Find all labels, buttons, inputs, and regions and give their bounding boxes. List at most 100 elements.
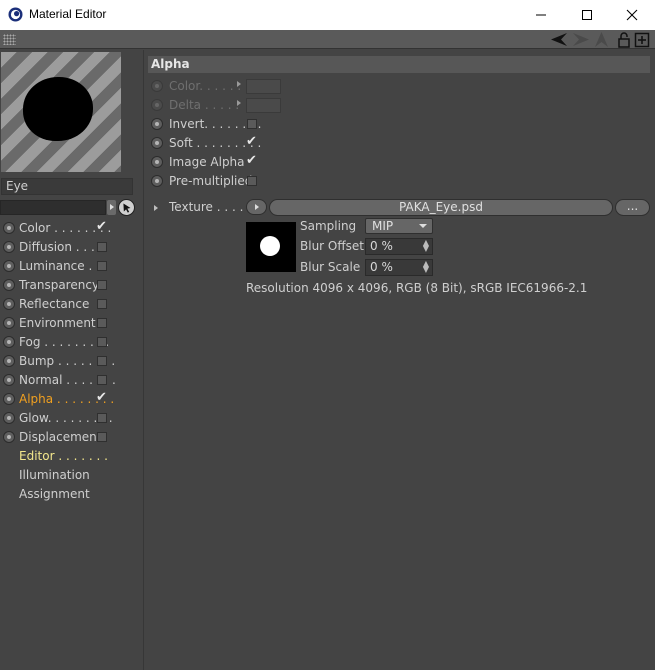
blur-scale-field[interactable]: 0 % ▲ ▼ [365,259,433,276]
sidebar-item-glow[interactable]: Glow. . . . . . . . . [0,409,140,428]
sidebar-item-editor[interactable]: Editor . . . . . . . [0,447,140,466]
checkmark-icon[interactable]: ✔ [96,390,107,405]
param-label: Color. . . . . . [169,79,242,93]
param-image-alpha[interactable]: Image Alpha ✔ [146,153,646,172]
up-arrow-icon[interactable] [593,31,610,48]
channel-label: Transparency [19,278,100,292]
sidebar-item-assignment[interactable]: Assignment [0,485,140,504]
param-radio[interactable] [151,137,163,149]
channel-checkbox[interactable] [97,280,107,290]
channel-radio[interactable] [3,260,15,272]
channel-checkbox[interactable] [97,375,107,385]
material-preview[interactable] [1,52,121,172]
channel-radio[interactable] [3,317,15,329]
channel-radio[interactable] [3,431,15,443]
checkmark-icon[interactable]: ✔ [246,153,257,168]
texture-file-button[interactable]: PAKA_Eye.psd [269,199,613,216]
sidebar-item-luminance[interactable]: Luminance . . [0,257,140,276]
channel-checkbox[interactable] [97,318,107,328]
param-pre-multiplied[interactable]: Pre-multiplied [146,172,646,191]
back-arrow-icon[interactable] [549,31,569,48]
sidebar-item-bump[interactable]: Bump . . . . . . . . [0,352,140,371]
close-button[interactable] [609,0,655,30]
param-soft[interactable]: Soft . . . . . . . . . ✔ [146,134,646,153]
channel-radio[interactable] [3,336,15,348]
sidebar-item-normal[interactable]: Normal . . . . . . . [0,371,140,390]
channel-checkbox[interactable] [97,413,107,423]
channel-label: Reflectance [19,297,90,311]
texture-browse-button[interactable]: ... [615,199,650,216]
sidebar-item-fog[interactable]: Fog . . . . . . . . . [0,333,140,352]
sidebar-item-environment[interactable]: Environment [0,314,140,333]
channel-radio[interactable] [3,298,15,310]
new-window-icon[interactable] [634,31,650,48]
blur-offset-label: Blur Offset [300,239,364,253]
channel-label: Environment [19,316,96,330]
blur-offset-spinner-icon[interactable]: ▲ ▼ [423,239,429,253]
blur-scale-label: Blur Scale [300,260,361,274]
maximize-icon [582,10,592,20]
channel-checkbox[interactable] [97,337,107,347]
param-radio[interactable] [151,175,163,187]
checkmark-icon[interactable]: ✔ [246,134,257,149]
param-invert[interactable]: Invert. . . . . . . . [146,115,646,134]
param-checkbox[interactable] [247,176,257,186]
channel-radio[interactable] [3,355,15,367]
sidebar-item-illumination[interactable]: Illumination [0,466,140,485]
maximize-button[interactable] [564,0,610,30]
color-swatch[interactable] [246,79,281,94]
channel-checkbox[interactable] [97,261,107,271]
sidebar-item-transparency[interactable]: Transparency [0,276,140,295]
blur-offset-field[interactable]: 0 % ▲ ▼ [365,238,433,255]
blur-offset-value: 0 % [370,239,393,253]
param-checkbox[interactable] [247,119,257,129]
resolution-info: Resolution 4096 x 4096, RGB (8 Bit), sRG… [246,281,588,295]
channel-radio[interactable] [3,279,15,291]
channel-checkbox[interactable] [97,242,107,252]
channel-radio[interactable] [3,241,15,253]
blur-scale-value: 0 % [370,260,393,274]
search-input[interactable] [0,200,106,215]
channel-checkbox[interactable] [97,299,107,309]
texture-expand-triangle[interactable] [154,205,158,211]
sampling-dropdown[interactable]: MIP [365,218,433,234]
expand-triangle[interactable] [237,81,241,87]
lock-icon[interactable] [617,31,631,48]
search-arrow-button[interactable] [107,200,116,215]
close-icon [626,9,638,21]
sidebar-item-color[interactable]: Color . . . . . . . . ✔ [0,219,140,238]
channel-checkbox[interactable] [97,356,107,366]
material-name-field[interactable]: Eye [1,178,133,195]
channel-radio[interactable] [3,222,15,234]
color-swatch[interactable] [246,98,281,113]
texture-thumbnail[interactable] [246,222,296,272]
pick-cursor-icon[interactable] [118,199,135,216]
param-radio[interactable] [151,156,163,168]
sidebar-item-displacement[interactable]: Displacement [0,428,140,447]
grip-handle[interactable] [3,34,16,45]
checkmark-icon[interactable]: ✔ [96,219,107,234]
param-radio[interactable] [151,99,163,111]
channel-radio[interactable] [3,393,15,405]
blur-scale-spinner-icon[interactable]: ▲ ▼ [423,260,429,274]
minimize-icon [536,14,546,16]
channel-radio[interactable] [3,374,15,386]
assignment-label: Assignment [19,487,90,501]
section-title: Alpha [148,56,650,73]
channel-checkbox[interactable] [97,432,107,442]
expand-triangle[interactable] [237,100,241,106]
toolbar [0,30,655,49]
channel-label: Fog . . . . . . . . . [19,335,110,349]
sidebar-item-reflectance[interactable]: Reflectance [0,295,140,314]
forward-arrow-icon[interactable] [571,31,591,48]
preview-sphere [23,77,93,141]
sidebar-item-diffusion[interactable]: Diffusion . . . . [0,238,140,257]
sidebar-item-alpha[interactable]: Alpha . . . . . . . . ✔ [0,390,140,409]
sampling-label: Sampling [300,219,357,233]
param-radio[interactable] [151,118,163,130]
channel-radio[interactable] [3,412,15,424]
texture-menu-button[interactable] [246,199,267,215]
param-radio[interactable] [151,80,163,92]
minimize-button[interactable] [518,0,564,30]
attributes-panel: Alpha Color. . . . . . Delta . . . . . Inv… [146,50,655,670]
